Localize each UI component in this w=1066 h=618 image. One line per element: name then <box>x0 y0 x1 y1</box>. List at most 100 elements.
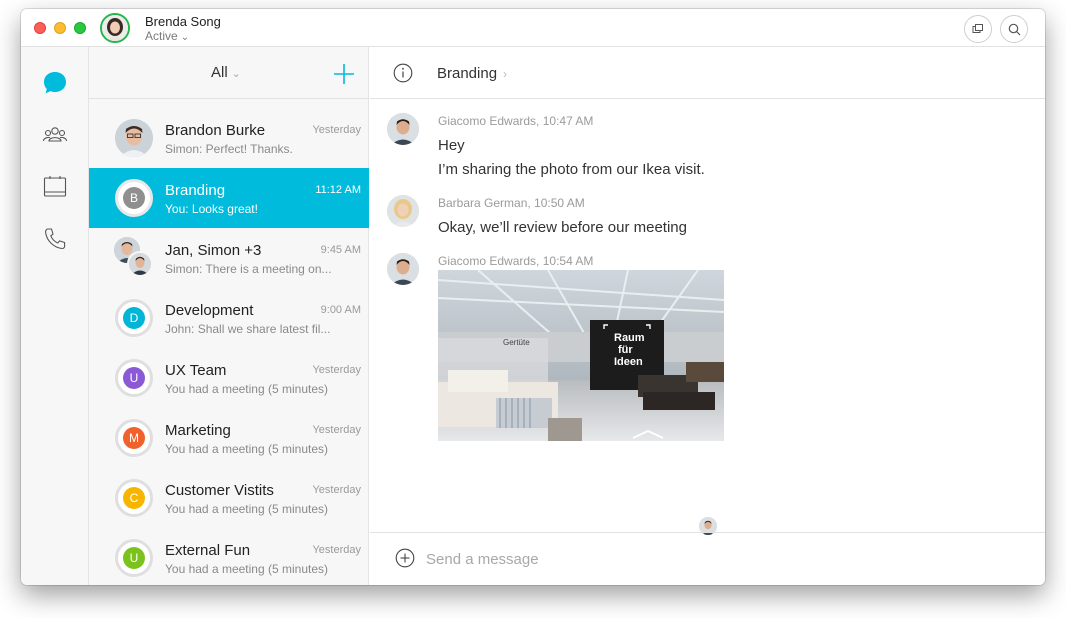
avatar-initial: C <box>123 487 145 509</box>
calendar-icon <box>43 176 67 197</box>
presence-status-label: Active <box>145 29 178 43</box>
conversation-time: 9:45 AM <box>320 244 361 256</box>
photo-sign-text: Raum <box>614 332 645 344</box>
phone-icon <box>45 228 66 250</box>
conversation-name: Jan, Simon +3 <box>165 242 262 259</box>
message-avatar[interactable] <box>387 113 419 145</box>
conversation-name: Branding <box>165 182 226 199</box>
conversation-time: 11:12 AM <box>315 184 361 196</box>
plus-icon <box>334 64 354 84</box>
conversation-item[interactable]: M Marketing You had a meeting (5 minutes… <box>89 408 369 468</box>
chat-bubble-icon <box>44 72 66 94</box>
message-meta: Barbara German, 10:50 AM <box>438 196 585 210</box>
avatar-initial: D <box>123 307 145 329</box>
shared-photo[interactable]: Gertüte Raum für Ideen <box>438 270 724 441</box>
add-circle-icon <box>395 548 415 568</box>
conversation-preview: Simon: Perfect! Thanks. <box>165 142 293 156</box>
zoom-window-button[interactable] <box>74 22 86 34</box>
conversation-item[interactable]: Brandon Burke Simon: Perfect! Thanks. Ye… <box>89 108 369 168</box>
people-icon <box>42 127 68 142</box>
conversation-name: External Fun <box>165 542 251 559</box>
conversation-time: Yesterday <box>312 424 361 436</box>
avatar: C <box>115 479 153 517</box>
conversation-item[interactable]: Jan, Simon +3 Simon: There is a meeting … <box>89 228 369 288</box>
avatar: D <box>115 299 153 337</box>
message-time: 10:54 AM <box>542 254 594 268</box>
conversation-preview: You had a meeting (5 minutes) <box>165 562 328 576</box>
conversation-time: 9:00 AM <box>320 304 361 316</box>
conversation-item[interactable]: U UX Team You had a meeting (5 minutes) … <box>89 348 369 408</box>
chat-pane: Branding › Giacomo Edwards, 10:47 AM Hey … <box>370 47 1045 585</box>
user-avatar[interactable] <box>100 13 130 43</box>
chevron-down-icon: ⌄ <box>231 68 241 80</box>
message-composer <box>370 532 1045 585</box>
photo-label: Gertüte <box>503 338 530 347</box>
new-conversation-button[interactable] <box>329 59 359 89</box>
user-name: Brenda Song <box>145 14 221 29</box>
avatar: U <box>115 359 153 397</box>
nav-calendar[interactable] <box>41 173 69 201</box>
conversation-name: Brandon Burke <box>165 122 266 139</box>
conversation-preview: You had a meeting (5 minutes) <box>165 502 328 516</box>
close-window-button[interactable] <box>34 22 46 34</box>
chevron-down-icon: ⌄ <box>180 32 190 43</box>
chevron-right-icon: › <box>503 67 508 81</box>
message-time: 10:47 AM <box>542 114 594 128</box>
chat-header: Branding › <box>370 47 1045 99</box>
chat-title-label: Branding <box>437 65 498 82</box>
conversation-preview: You had a meeting (5 minutes) <box>165 382 328 396</box>
filter-dropdown[interactable]: All ⌄ <box>211 64 241 81</box>
conversation-list-header: All ⌄ <box>89 47 369 99</box>
conversation-item[interactable]: U External Fun You had a meeting (5 minu… <box>89 528 369 585</box>
message-sender: Barbara German <box>438 196 528 210</box>
conversation-time: Yesterday <box>312 484 361 496</box>
message-avatar[interactable] <box>387 253 419 285</box>
popout-window-button[interactable] <box>964 15 992 43</box>
photo-sign-text: Ideen <box>614 356 643 368</box>
attach-button[interactable] <box>395 548 415 568</box>
nav-teams[interactable] <box>41 121 69 149</box>
title-bar: Brenda Song Active ⌄ <box>21 9 1045 47</box>
nav-calls[interactable] <box>41 225 69 253</box>
conversation-item-selected[interactable]: B Branding You: Looks great! 11:12 AM <box>89 168 369 228</box>
conversation-item[interactable]: D Development John: Shall we share lates… <box>89 288 369 348</box>
avatar <box>115 119 153 157</box>
chat-title[interactable]: Branding › <box>437 65 507 82</box>
info-button[interactable] <box>393 63 413 83</box>
message-sender: Giacomo Edwards <box>438 254 537 268</box>
avatar-initial: B <box>123 187 145 209</box>
conversation-time: Yesterday <box>312 364 361 376</box>
conversation-preview: John: Shall we share latest fil... <box>165 322 331 336</box>
message-meta: Giacomo Edwards, 10:54 AM <box>438 254 594 268</box>
conversation-preview: You: Looks great! <box>165 202 258 216</box>
info-icon <box>393 63 413 83</box>
conversation-time: Yesterday <box>312 124 361 136</box>
photo-sign-text: für <box>618 344 633 356</box>
message-text: I’m sharing the photo from our Ikea visi… <box>438 161 705 178</box>
avatar: B <box>115 179 153 217</box>
avatar: M <box>115 419 153 457</box>
app-window: Brenda Song Active ⌄ All ⌄ Brandon Burke… <box>21 9 1045 585</box>
minimize-window-button[interactable] <box>54 22 66 34</box>
message-text: Hey <box>438 137 465 154</box>
message-text: Okay, we’ll review before our meeting <box>438 219 687 236</box>
conversation-preview: You had a meeting (5 minutes) <box>165 442 328 456</box>
conversation-name: Customer Vistits <box>165 482 274 499</box>
conversation-list: All ⌄ Brandon Burke Simon: Perfect! Than… <box>89 47 369 585</box>
message-meta: Giacomo Edwards, 10:47 AM <box>438 114 594 128</box>
conversation-item[interactable]: C Customer Vistits You had a meeting (5 … <box>89 468 369 528</box>
avatar <box>127 251 153 277</box>
popout-icon <box>972 24 983 33</box>
search-button[interactable] <box>1000 15 1028 43</box>
left-nav <box>21 47 89 585</box>
message-avatar[interactable] <box>387 195 419 227</box>
conversation-name: UX Team <box>165 362 227 379</box>
presence-status-dropdown[interactable]: Active ⌄ <box>145 29 189 43</box>
avatar-initial: U <box>123 367 145 389</box>
message-time: 10:50 AM <box>534 196 585 210</box>
conversation-time: Yesterday <box>312 544 361 556</box>
message-input[interactable] <box>426 547 1006 571</box>
nav-messages[interactable] <box>41 69 69 97</box>
conversation-name: Development <box>165 302 254 319</box>
filter-label: All <box>211 64 228 81</box>
